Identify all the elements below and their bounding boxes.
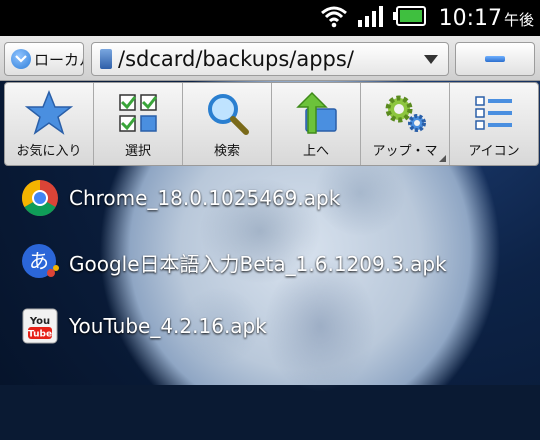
- chevron-down-circle-icon: [11, 49, 31, 69]
- toolbar-app-manager[interactable]: アップ・マ: [361, 83, 450, 165]
- svg-text:あ: あ: [29, 249, 49, 273]
- minus-icon: [485, 56, 505, 62]
- signal-icon: [357, 4, 385, 32]
- chrome-icon: [20, 178, 60, 218]
- battery-icon: [392, 6, 427, 30]
- toolbar-up-label: 上へ: [302, 144, 329, 159]
- toolbar-select-label: 選択: [124, 144, 151, 159]
- toolbar-favorites-label: お気に入り: [16, 144, 82, 159]
- toolbar: お気に入り 選択 検索 上へ アップ・マ アイコン: [4, 82, 539, 166]
- current-path: /sdcard/backups/apps/: [118, 47, 354, 71]
- sdcard-icon: [100, 49, 112, 69]
- up-folder-icon: [292, 89, 340, 137]
- gears-icon: [381, 89, 429, 137]
- search-icon: [203, 89, 251, 137]
- collapse-button[interactable]: [455, 42, 535, 76]
- toolbar-up[interactable]: 上へ: [272, 83, 361, 165]
- toolbar-search[interactable]: 検索: [183, 83, 272, 165]
- youtube-icon: You Tube: [20, 306, 60, 346]
- toolbar-app-manager-label: アップ・マ: [372, 144, 438, 159]
- toolbar-icon-view[interactable]: アイコン: [450, 83, 538, 165]
- list-view-icon: [470, 89, 518, 137]
- file-name: YouTube_4.2.16.apk: [69, 314, 267, 338]
- clock-time: 10:17: [438, 5, 502, 31]
- svg-text:You: You: [29, 316, 50, 327]
- location-button[interactable]: ローカル: [4, 42, 84, 76]
- path-bar: ローカル /sdcard/backups/apps/: [0, 36, 540, 81]
- file-list: Chrome_18.0.1025469.apk あ Google日本語入力Bet…: [0, 166, 540, 358]
- dropdown-arrow-icon: [424, 54, 438, 64]
- status-bar: 10:17 午後: [0, 0, 540, 36]
- toolbar-select[interactable]: 選択: [94, 83, 183, 165]
- clock: 10:17 午後: [439, 6, 534, 31]
- toolbar-icon-view-label: アイコン: [468, 144, 520, 159]
- google-japanese-input-icon: あ: [20, 242, 60, 282]
- clock-suffix: 午後: [503, 10, 534, 29]
- star-icon: [24, 89, 74, 137]
- file-name: Chrome_18.0.1025469.apk: [69, 186, 341, 210]
- location-button-label: ローカル: [34, 50, 83, 69]
- file-name: Google日本語入力Beta_1.6.1209.3.apk: [69, 251, 447, 276]
- wifi-icon: [319, 4, 349, 32]
- toolbar-favorites[interactable]: お気に入り: [5, 83, 94, 165]
- svg-text:Tube: Tube: [28, 330, 52, 340]
- checklist-icon: [114, 89, 162, 137]
- list-item[interactable]: You Tube YouTube_4.2.16.apk: [0, 294, 540, 358]
- list-item[interactable]: あ Google日本語入力Beta_1.6.1209.3.apk: [0, 230, 540, 294]
- path-dropdown[interactable]: /sdcard/backups/apps/: [91, 42, 449, 76]
- toolbar-search-label: 検索: [213, 144, 240, 159]
- submenu-indicator-icon: [439, 155, 446, 162]
- list-item[interactable]: Chrome_18.0.1025469.apk: [0, 166, 540, 230]
